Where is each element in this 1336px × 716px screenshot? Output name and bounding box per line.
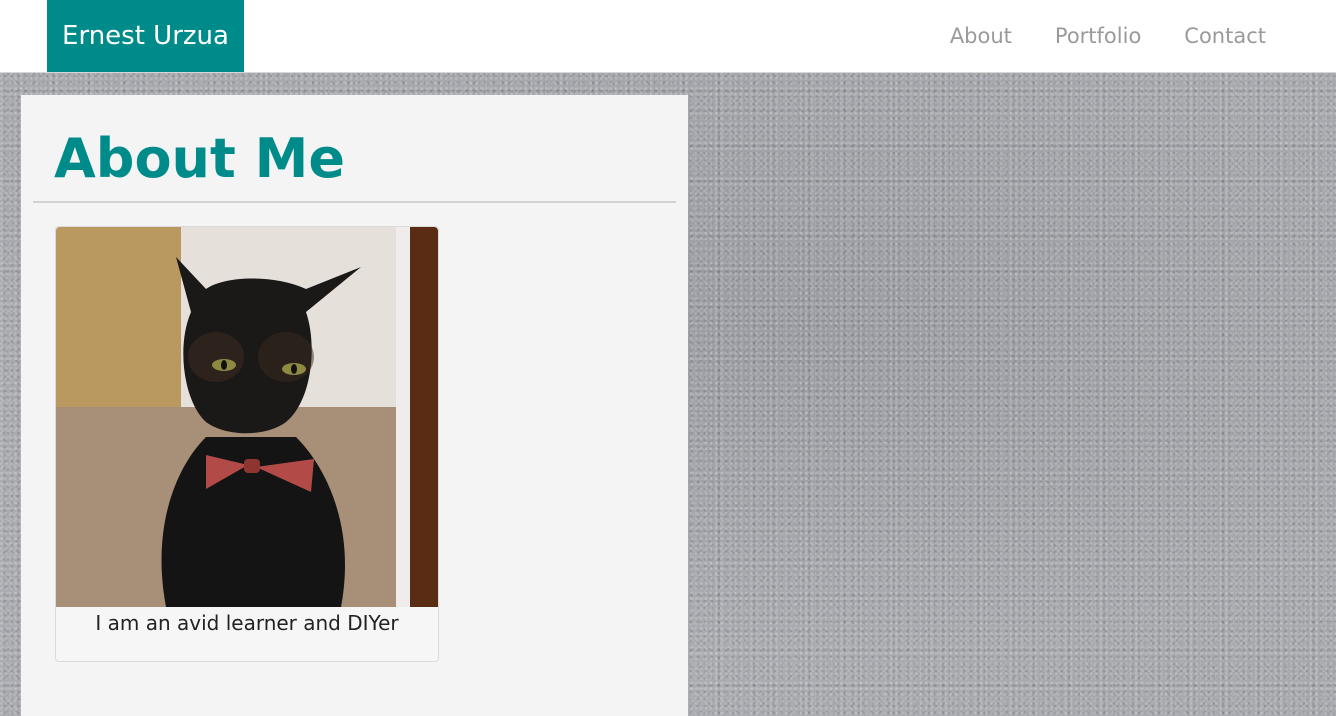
- card-caption: I am an avid learner and DIYer: [95, 611, 399, 635]
- cat-photo: [56, 227, 438, 607]
- nav-link-portfolio[interactable]: Portfolio: [1055, 24, 1141, 48]
- nav-links: About Portfolio Contact: [907, 0, 1266, 72]
- nav-link-about[interactable]: About: [950, 24, 1012, 48]
- page-title: About Me: [54, 127, 345, 190]
- nav-link-contact[interactable]: Contact: [1184, 24, 1266, 48]
- title-divider: [33, 201, 676, 203]
- about-panel: About Me I am an avid learner and DIYer: [21, 95, 688, 716]
- navbar: Ernest Urzua About Portfolio Contact: [0, 0, 1336, 73]
- profile-card: I am an avid learner and DIYer: [55, 226, 439, 662]
- brand-logo[interactable]: Ernest Urzua: [47, 0, 244, 72]
